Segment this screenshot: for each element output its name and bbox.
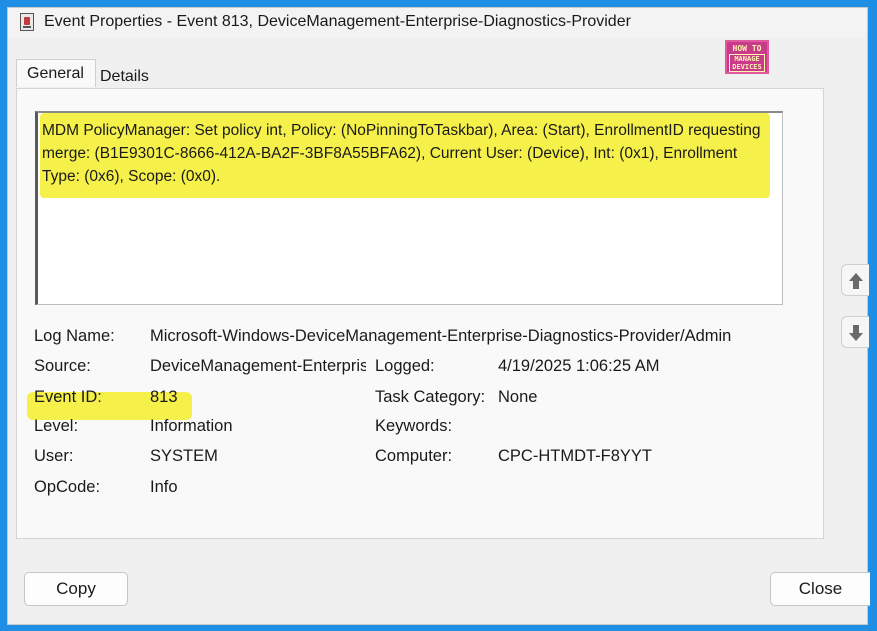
event-description-box[interactable]: MDM PolicyManager: Set policy int, Polic… [35,111,783,305]
copy-button[interactable]: Copy [24,572,128,606]
source-value[interactable]: DeviceManagement-Enterprise-Diagnostics-… [150,357,366,376]
keywords-label: Keywords: [375,417,453,435]
logo-line-3: DEVICES [732,63,762,71]
previous-event-button[interactable] [841,264,869,296]
arrow-down-icon [849,325,863,341]
logo-line-2: MANAGE [734,55,760,63]
user-label: User: [34,447,74,465]
log-name-label: Log Name: [34,327,115,345]
how-to-manage-devices-logo: HOW TO MANAGE DEVICES [725,40,769,74]
task-category-value[interactable]: None [498,388,537,407]
tab-details[interactable]: Details [100,63,162,91]
logged-label: Logged: [375,357,435,375]
event-id-label: Event ID: [34,388,102,406]
task-category-label: Task Category: [375,388,486,406]
arrow-up-icon [849,273,863,289]
window-title: Event Properties - Event 813, DeviceMana… [44,13,631,30]
close-button[interactable]: Close [770,572,870,606]
opcode-label: OpCode: [34,478,101,496]
event-properties-icon [20,13,34,31]
log-name-value[interactable]: Microsoft-Windows-DeviceManagement-Enter… [150,327,731,346]
next-event-button[interactable] [841,316,869,348]
user-value[interactable]: SYSTEM [150,447,218,466]
logged-value[interactable]: 4/19/2025 1:06:25 AM [498,357,659,376]
event-id-value[interactable]: 813 [150,388,178,407]
level-label: Level: [34,417,79,435]
event-description-text: MDM PolicyManager: Set policy int, Polic… [42,122,761,185]
tab-general[interactable]: General [16,59,96,87]
event-properties-window: Event Properties - Event 813, DeviceMana… [7,7,870,625]
logo-line-1: HOW TO [732,44,762,53]
source-label: Source: [34,357,91,375]
level-value[interactable]: Information [150,417,233,436]
computer-value[interactable]: CPC-HTMDT-F8YYT [498,447,652,466]
title-bar[interactable]: Event Properties - Event 813, DeviceMana… [8,8,867,38]
opcode-value[interactable]: Info [150,478,178,497]
computer-label: Computer: [375,447,453,465]
